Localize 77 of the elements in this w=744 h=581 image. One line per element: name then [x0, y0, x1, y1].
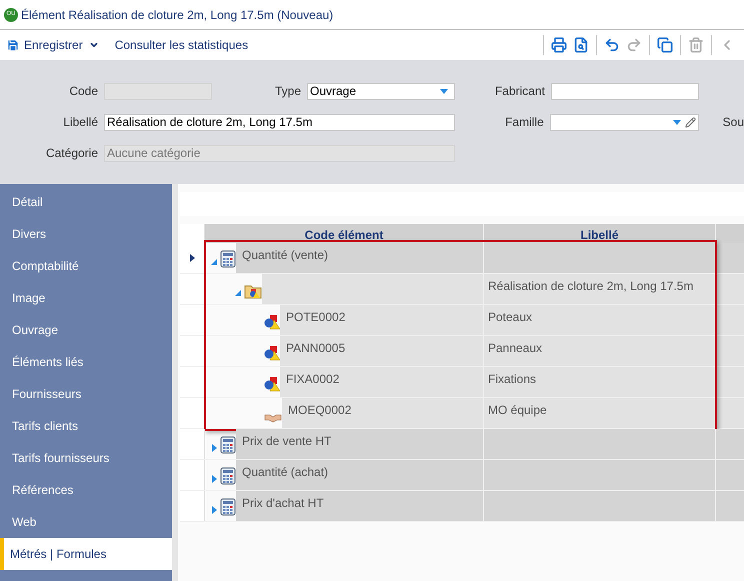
- window-title: Élément Réalisation de cloture 2m, Long 17.5m (Nouveau): [21, 6, 334, 24]
- sidebar-item[interactable]: Image: [0, 282, 172, 314]
- row-header-cell[interactable]: [180, 243, 205, 273]
- shapes-icon: [264, 345, 280, 361]
- sidebar-item[interactable]: Références: [0, 474, 172, 506]
- row-header-cell[interactable]: [180, 460, 205, 490]
- type-dropdown[interactable]: Ouvrage: [307, 82, 455, 100]
- row-header-cell[interactable]: [180, 336, 205, 366]
- row-header-cell[interactable]: [180, 274, 205, 304]
- row-header-cell[interactable]: [180, 491, 205, 521]
- table-cell: Quantité (achat): [236, 460, 484, 490]
- sidebar-item[interactable]: Éléments liés: [0, 346, 172, 378]
- sidebar-item[interactable]: Web: [0, 506, 172, 538]
- table-cell: MO équipe: [484, 398, 716, 428]
- field-label: Type: [274, 84, 301, 98]
- row-header-cell[interactable]: [180, 367, 205, 397]
- table-cell: [716, 460, 744, 490]
- libelle-field[interactable]: Réalisation de cloture 2m, Long 17.5m: [104, 114, 455, 130]
- table-cell: [716, 305, 744, 335]
- categorie-field[interactable]: Aucune catégorie: [104, 144, 455, 162]
- folder-icon: [244, 283, 262, 299]
- dropdown-caret-icon[interactable]: [88, 40, 99, 50]
- dropdown-caret-icon: [440, 88, 448, 94]
- sidebar-item[interactable]: Comptabilité: [0, 250, 172, 282]
- field-label: Libellé: [63, 115, 98, 129]
- table-cell: [716, 398, 744, 428]
- calculator-icon: [220, 436, 236, 454]
- field-label: Famille: [505, 115, 544, 129]
- sidebar-item[interactable]: Tarifs clients: [0, 410, 172, 442]
- expand-toggle-icon[interactable]: [211, 444, 218, 452]
- table-cell: Poteaux: [484, 305, 716, 335]
- column-header: [716, 224, 744, 243]
- field-label: Code: [69, 84, 98, 98]
- edit-icon: [684, 116, 696, 128]
- table-cell: [716, 336, 744, 366]
- sidebar-item[interactable]: Détail: [0, 186, 172, 218]
- table-cell: PANN0005: [280, 336, 484, 366]
- save-button[interactable]: Enregistrer: [6, 36, 83, 54]
- field-label: Fabricant: [494, 84, 545, 98]
- table-cell: POTE0002: [280, 305, 484, 335]
- shapes-icon: [264, 376, 280, 392]
- table-cell: Réalisation de cloture 2m, Long 17.5m: [484, 274, 716, 304]
- table-cell: Prix de vente HT: [236, 429, 484, 459]
- table-cell: [716, 367, 744, 397]
- field-label: Sou: [722, 115, 744, 129]
- field-label: Catégorie: [46, 146, 98, 160]
- column-header: [180, 224, 205, 243]
- table-cell: Prix d'achat HT: [236, 491, 484, 521]
- calculator-icon: [220, 498, 236, 516]
- table-cell: Panneaux: [484, 336, 716, 366]
- calculator-icon: [220, 250, 236, 268]
- dropdown-caret-icon: [672, 120, 681, 124]
- sidebar-item[interactable]: Divers: [0, 218, 172, 250]
- calculator-icon: [220, 467, 236, 485]
- table-cell: Fixations: [484, 367, 716, 397]
- table-cell: [716, 429, 744, 459]
- stats-button[interactable]: Consulter les statistiques: [114, 36, 248, 54]
- table-cell: MOEQ0002: [282, 398, 484, 428]
- table-cell: FIXA0002: [280, 367, 484, 397]
- sidebar-item[interactable]: Fournisseurs: [0, 378, 172, 410]
- collapse-toggle-icon[interactable]: [235, 289, 242, 297]
- row-header-cell[interactable]: [180, 398, 205, 428]
- expand-toggle-icon[interactable]: [211, 475, 218, 483]
- table-cell: [716, 243, 744, 273]
- table-cell: Quantité (vente): [236, 243, 484, 273]
- row-header-cell[interactable]: [180, 305, 205, 335]
- sidebar-item[interactable]: Tarifs fournisseurs: [0, 442, 172, 474]
- save-icon: [6, 38, 20, 52]
- fabricant-field[interactable]: [551, 82, 699, 100]
- shapes-icon: [264, 314, 280, 330]
- expand-toggle-icon[interactable]: [211, 506, 218, 514]
- row-header-cell[interactable]: [180, 429, 205, 459]
- table-cell: [716, 274, 744, 304]
- sidebar-item[interactable]: Ouvrage: [0, 314, 172, 346]
- collapse-toggle-icon[interactable]: [211, 258, 218, 266]
- sidebar-item[interactable]: Métrés | Formules: [0, 538, 172, 570]
- table-cell: [716, 491, 744, 521]
